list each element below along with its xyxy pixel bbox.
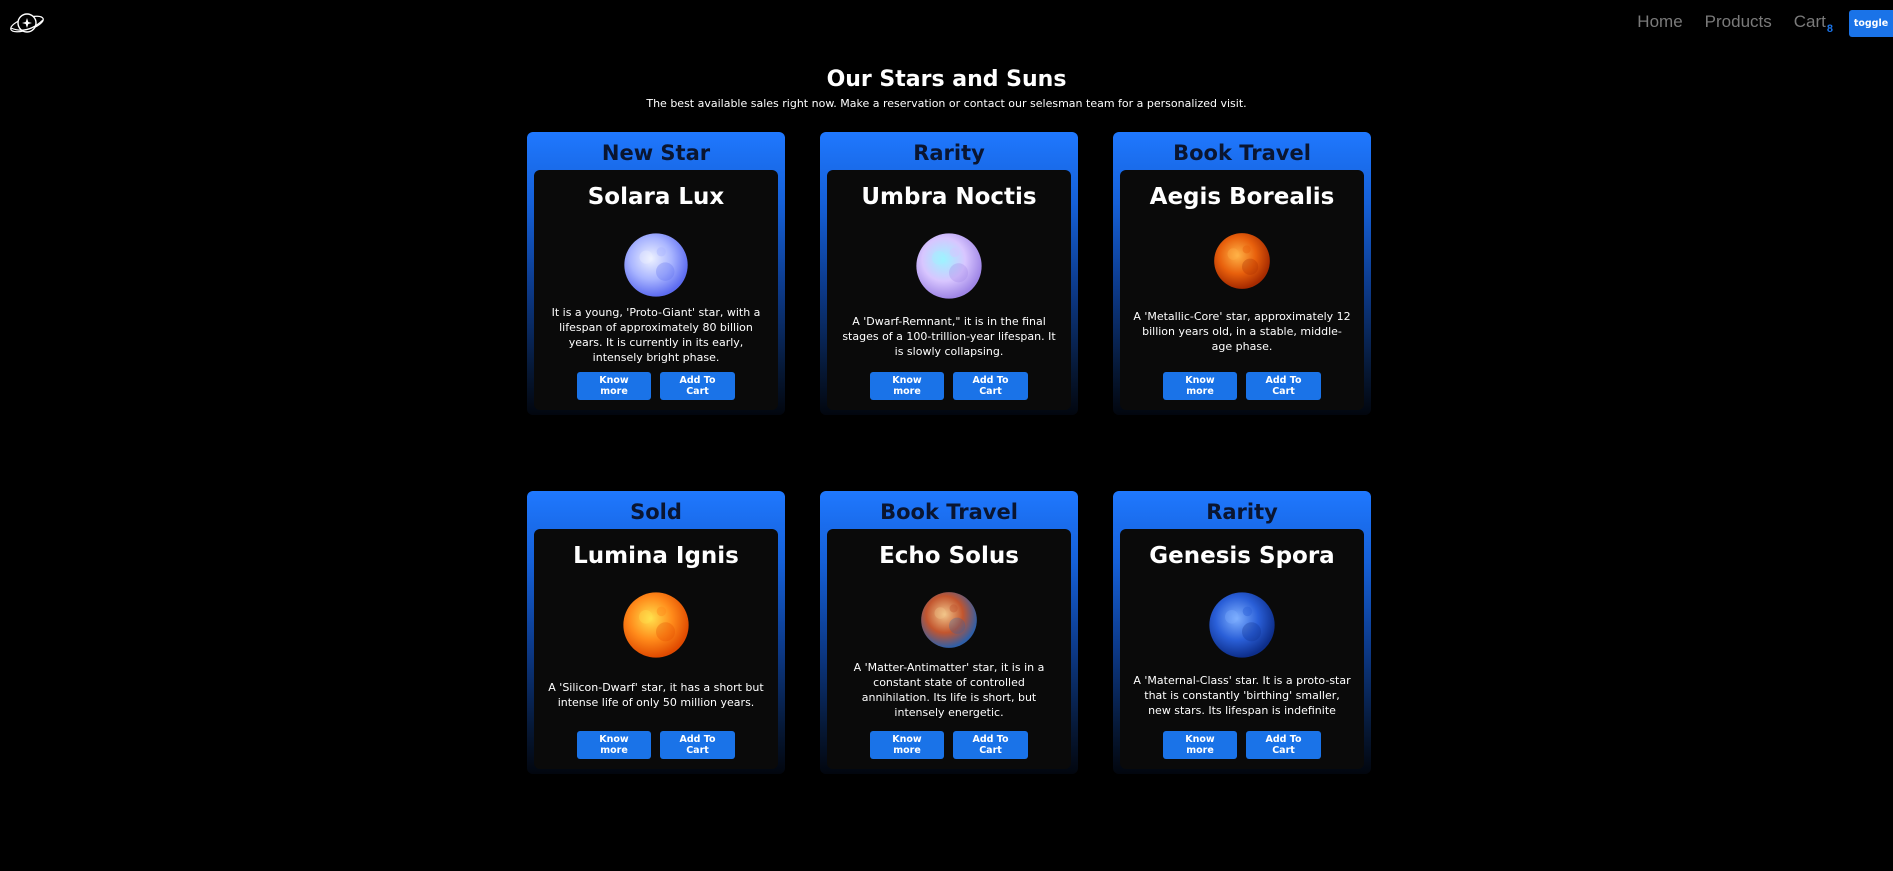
card-actions: Know more Add To Cart [577, 372, 735, 400]
star-description: A 'Silicon-Dwarf' star, it has a short b… [548, 681, 764, 709]
navbar: Home Products Cart8 toggle [0, 0, 1893, 46]
card-tag: Rarity [1206, 500, 1278, 524]
card-tag: New Star [601, 141, 711, 165]
add-to-cart-button[interactable]: Add To Cart [1246, 372, 1321, 400]
know-more-button[interactable]: Know more [1163, 372, 1237, 400]
hero-section: Our Stars and Suns The best available sa… [0, 66, 1893, 110]
theme-toggle-button[interactable]: toggle [1849, 10, 1893, 37]
cart-count-badge: 8 [1826, 23, 1833, 35]
add-to-cart-button[interactable]: Add To Cart [660, 731, 735, 759]
product-card: Sold Lumina Ignis A 'Silicon-Dwarf' star… [527, 491, 785, 774]
star-name: Solara Lux [587, 184, 725, 210]
card-actions: Know more Add To Cart [870, 372, 1028, 400]
star-description: It is a young, 'Proto-Giant' star, with … [551, 306, 761, 364]
card-tag: Rarity [913, 141, 985, 165]
know-more-button[interactable]: Know more [1163, 731, 1237, 759]
card-body: Umbra Noctis A 'Dwarf-Remnant," it is in… [827, 170, 1071, 410]
know-more-button[interactable]: Know more [577, 372, 651, 400]
nav-cart-link[interactable]: Cart8 [1794, 12, 1833, 39]
card-tag: Book Travel [1173, 141, 1311, 165]
product-card: Book Travel Aegis Borealis A 'Metallic-C… [1113, 132, 1371, 415]
star-image [623, 592, 689, 658]
product-card: New Star Solara Lux It is a young, 'Prot… [527, 132, 785, 415]
star-description: A 'Maternal-Class' star. It is a proto-s… [1133, 673, 1351, 717]
nav-products-link[interactable]: Products [1705, 12, 1772, 39]
star-description: A 'Metallic-Core' star, approximately 12… [1133, 309, 1351, 353]
card-body: Aegis Borealis A 'Metallic-Core' star, a… [1120, 170, 1364, 410]
product-card: Book Travel Echo Solus A 'Matter-Antimat… [820, 491, 1078, 774]
add-to-cart-button[interactable]: Add To Cart [953, 372, 1028, 400]
star-image [916, 233, 982, 299]
product-card: Rarity Genesis Spora A 'Maternal-Class' … [1113, 491, 1371, 774]
know-more-button[interactable]: Know more [577, 731, 651, 759]
card-body: Genesis Spora A 'Maternal-Class' star. I… [1120, 529, 1364, 769]
star-image [1209, 592, 1275, 658]
star-name: Aegis Borealis [1149, 184, 1335, 210]
card-actions: Know more Add To Cart [1163, 731, 1321, 759]
nav-links: Home Products Cart8 [1615, 12, 1833, 39]
star-name: Umbra Noctis [861, 184, 1037, 210]
cart-label: Cart [1793, 12, 1826, 31]
product-card: Rarity Umbra Noctis A 'Dwarf-Remnant," i… [820, 132, 1078, 415]
star-name: Echo Solus [879, 543, 1019, 569]
know-more-button[interactable]: Know more [870, 731, 944, 759]
card-tag: Book Travel [880, 500, 1018, 524]
add-to-cart-button[interactable]: Add To Cart [1246, 731, 1321, 759]
planet-star-icon[interactable] [8, 9, 46, 37]
nav-home-link[interactable]: Home [1637, 12, 1682, 39]
star-description: A 'Matter-Antimatter' star, it is in a c… [853, 661, 1045, 719]
star-image [624, 233, 688, 297]
card-body: Solara Lux It is a young, 'Proto-Giant' … [534, 170, 778, 410]
product-grid: New Star Solara Lux It is a young, 'Prot… [527, 132, 1371, 774]
page-title: Our Stars and Suns [826, 67, 1067, 92]
star-name: Lumina Ignis [573, 543, 739, 569]
star-name: Genesis Spora [1149, 543, 1335, 569]
card-body: Lumina Ignis A 'Silicon-Dwarf' star, it … [534, 529, 778, 769]
card-body: Echo Solus A 'Matter-Antimatter' star, i… [827, 529, 1071, 769]
add-to-cart-button[interactable]: Add To Cart [953, 731, 1028, 759]
add-to-cart-button[interactable]: Add To Cart [660, 372, 735, 400]
page-subtitle: The best available sales right now. Make… [646, 97, 1247, 110]
star-image [921, 592, 977, 648]
star-image [1214, 233, 1270, 289]
card-actions: Know more Add To Cart [577, 731, 735, 759]
star-description: A 'Dwarf-Remnant," it is in the final st… [842, 314, 1056, 358]
card-actions: Know more Add To Cart [870, 731, 1028, 759]
know-more-button[interactable]: Know more [870, 372, 944, 400]
card-tag: Sold [630, 500, 682, 524]
card-actions: Know more Add To Cart [1163, 372, 1321, 400]
